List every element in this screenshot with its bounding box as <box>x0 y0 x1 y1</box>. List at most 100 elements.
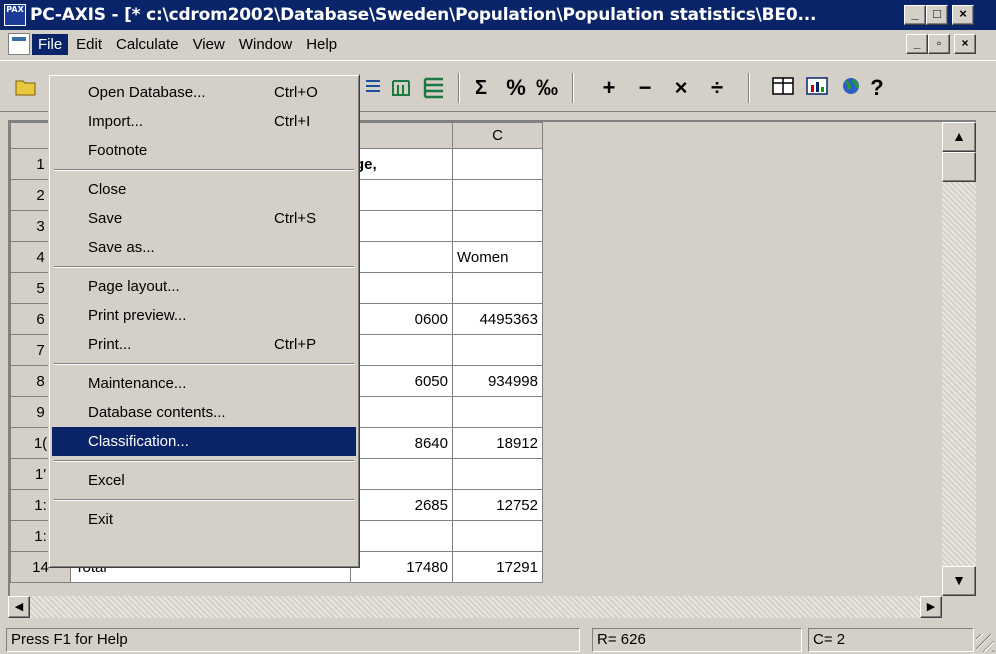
column-header-c[interactable]: C <box>452 122 543 149</box>
table-cell[interactable] <box>350 396 453 428</box>
map-globe-icon[interactable] <box>838 75 864 101</box>
scroll-up-button[interactable]: ▲ <box>942 122 976 152</box>
menu-item-shortcut: Ctrl+S <box>274 210 317 227</box>
table-cell[interactable]: 8640 <box>350 427 453 459</box>
table-view-icon[interactable] <box>770 75 796 101</box>
menu-item-print[interactable]: Print... Ctrl+P <box>52 330 356 359</box>
menu-window[interactable]: Window <box>233 34 298 55</box>
sum-icon[interactable]: Σ <box>470 75 492 101</box>
menu-item-maintenance[interactable]: Maintenance... <box>52 369 356 398</box>
table-cell[interactable]: ge, <box>350 148 453 180</box>
table-cell[interactable]: 0600 <box>350 303 453 335</box>
menu-item-save[interactable]: Save Ctrl+S <box>52 204 356 233</box>
menu-item-close[interactable]: Close <box>52 175 356 204</box>
menu-item-label: Print preview... <box>88 307 187 324</box>
table-cell[interactable] <box>350 520 453 552</box>
menu-item-import[interactable]: Import... Ctrl+I <box>52 107 356 136</box>
menu-item-label: Exit <box>88 511 114 528</box>
table-cell[interactable] <box>452 210 543 242</box>
table-cell[interactable]: 934998 <box>452 365 543 397</box>
menu-item-label: Import... <box>88 113 144 130</box>
menu-item-footnote[interactable]: Footnote <box>52 136 356 165</box>
mdi-restore-button[interactable]: ▫ <box>928 34 950 54</box>
menu-item-print-preview[interactable]: Print preview... <box>52 301 356 330</box>
divide-icon[interactable]: ÷ <box>704 75 730 101</box>
close-button[interactable]: × <box>952 5 974 25</box>
table-cell[interactable] <box>452 520 543 552</box>
table-cell[interactable] <box>350 210 453 242</box>
scroll-right-button[interactable]: ▶ <box>920 596 942 618</box>
table-cell[interactable] <box>350 334 453 366</box>
plus-icon[interactable]: + <box>596 75 622 101</box>
menu-item-label: Save as... <box>88 239 155 256</box>
menu-edit[interactable]: Edit <box>70 34 108 55</box>
pivot-down-icon[interactable] <box>388 75 416 101</box>
table-cell[interactable] <box>350 458 453 490</box>
horizontal-scrollbar[interactable]: ◀ ▶ <box>8 596 942 618</box>
multiply-icon[interactable]: × <box>668 75 694 101</box>
menu-item-excel[interactable]: Excel <box>52 466 356 495</box>
maximize-button[interactable]: □ <box>926 5 948 25</box>
percent-icon[interactable]: % <box>504 75 528 101</box>
table-cell[interactable] <box>452 396 543 428</box>
menu-item-page-layout[interactable]: Page layout... <box>52 272 356 301</box>
menu-item-shortcut: Ctrl+O <box>274 84 318 101</box>
status-bar: Press F1 for Help R= 626 C= 2 <box>0 624 996 654</box>
table-cell[interactable]: 12752 <box>452 489 543 521</box>
table-cell[interactable] <box>452 334 543 366</box>
menu-separator <box>52 495 356 505</box>
table-cell[interactable]: 6050 <box>350 365 453 397</box>
app-icon[interactable]: PAX <box>4 4 26 26</box>
menu-separator <box>52 359 356 369</box>
table-cell[interactable] <box>452 148 543 180</box>
pivot-up-icon[interactable] <box>420 75 448 101</box>
status-row: R= 626 <box>592 628 802 652</box>
menu-item-classification[interactable]: Classification... <box>52 427 356 456</box>
menu-calculate[interactable]: Calculate <box>110 34 185 55</box>
menu-item-database-contents[interactable]: Database contents... <box>52 398 356 427</box>
menu-item-open-database[interactable]: Open Database... Ctrl+O <box>52 78 356 107</box>
status-help-text: Press F1 for Help <box>6 628 580 652</box>
mdi-minimize-button[interactable]: _ <box>906 34 928 54</box>
chart-icon[interactable] <box>804 75 830 101</box>
table-cell[interactable]: Women <box>452 241 543 273</box>
scroll-down-button[interactable]: ▼ <box>942 566 976 596</box>
menu-help[interactable]: Help <box>300 34 343 55</box>
scroll-thumb[interactable] <box>942 152 976 182</box>
table-cell[interactable] <box>350 179 453 211</box>
column-header-b[interactable] <box>350 122 453 149</box>
vertical-scrollbar[interactable]: ▲ ▼ <box>942 122 976 596</box>
table-cell[interactable]: 4495363 <box>452 303 543 335</box>
table-cell[interactable] <box>452 272 543 304</box>
title-bar[interactable]: PAX PC-AXIS - [* c:\cdrom2002\Database\S… <box>0 0 996 30</box>
document-icon[interactable] <box>8 33 30 55</box>
permille-icon[interactable]: ‰ <box>534 75 560 101</box>
menu-item-label: Open Database... <box>88 84 206 101</box>
scroll-left-button[interactable]: ◀ <box>8 596 30 618</box>
menu-item-label: Maintenance... <box>88 375 187 392</box>
resize-grip[interactable] <box>976 634 994 652</box>
menu-view[interactable]: View <box>187 34 231 55</box>
open-folder-icon[interactable] <box>14 75 38 101</box>
table-cell[interactable]: 18912 <box>452 427 543 459</box>
minus-icon[interactable]: − <box>632 75 658 101</box>
table-cell[interactable] <box>350 241 453 273</box>
table-cell[interactable]: 17480 <box>350 551 453 583</box>
table-cell[interactable]: 17291 <box>452 551 543 583</box>
menu-item-label: Save <box>88 210 123 227</box>
minimize-button[interactable]: _ <box>904 5 926 25</box>
help-icon[interactable]: ? <box>866 75 888 101</box>
table-cell[interactable]: 2685 <box>350 489 453 521</box>
table-cell[interactable] <box>452 458 543 490</box>
table-cell[interactable] <box>452 179 543 211</box>
menu-bar: File Edit Calculate View Window Help <box>0 30 996 58</box>
table-cell[interactable] <box>350 272 453 304</box>
menu-file[interactable]: File <box>32 33 69 55</box>
toolbar-separator <box>458 73 460 103</box>
menu-item-exit[interactable]: Exit <box>52 505 356 534</box>
menu-separator <box>52 262 356 272</box>
menu-item-save-as[interactable]: Save as... <box>52 233 356 262</box>
menu-separator <box>52 456 356 466</box>
pivot-icon[interactable] <box>362 75 386 101</box>
mdi-close-button[interactable]: × <box>954 34 976 54</box>
